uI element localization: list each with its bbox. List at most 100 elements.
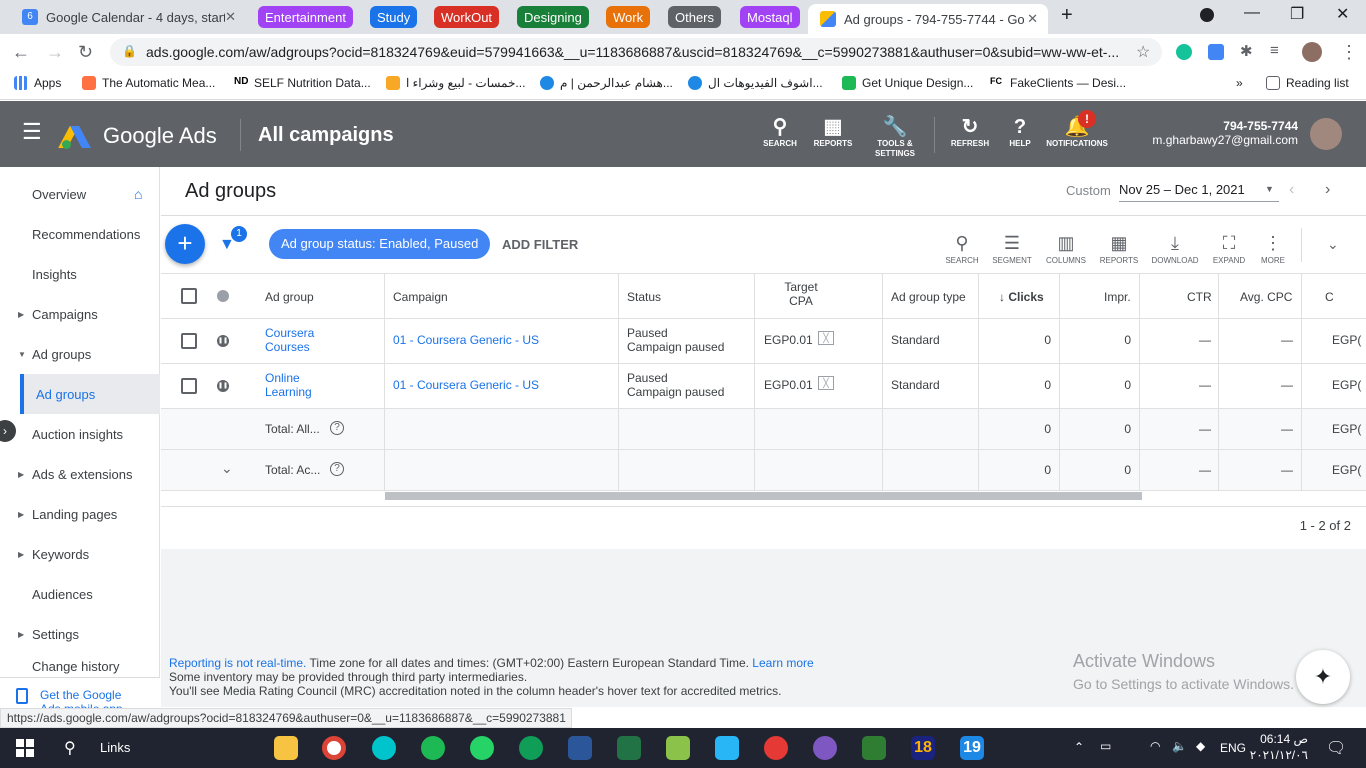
app-18-icon[interactable]: 18 bbox=[911, 736, 935, 760]
section-title[interactable]: All campaigns bbox=[258, 124, 394, 147]
next-date-icon[interactable]: › bbox=[1325, 181, 1330, 199]
app-icon[interactable] bbox=[715, 736, 739, 760]
extensions-icon[interactable]: ✱ bbox=[1240, 42, 1253, 60]
bookmark-automatic[interactable]: The Automatic Mea... bbox=[82, 76, 215, 90]
game-icon[interactable] bbox=[862, 736, 886, 760]
word-icon[interactable] bbox=[568, 736, 592, 760]
tray-chevron-icon[interactable]: ⌃ bbox=[1074, 740, 1084, 754]
forward-icon[interactable]: → bbox=[46, 42, 64, 63]
edge-icon[interactable] bbox=[519, 736, 543, 760]
taskbar-search-label[interactable]: Links bbox=[100, 740, 130, 755]
excel-icon[interactable] bbox=[617, 736, 641, 760]
avatar[interactable] bbox=[1310, 118, 1342, 150]
more-button[interactable]: ⋮ MORE bbox=[1253, 230, 1293, 265]
table-search-button[interactable]: ⚲ SEARCH bbox=[942, 230, 982, 265]
tor-icon[interactable] bbox=[813, 736, 837, 760]
sidebar-item-insights[interactable]: Insights bbox=[0, 254, 160, 294]
row-checkbox[interactable] bbox=[181, 333, 197, 349]
new-tab-icon[interactable]: + bbox=[1061, 4, 1073, 27]
reload-icon[interactable]: ↻ bbox=[78, 42, 93, 63]
bookmark-hesham[interactable]: هشام عبدالرحمن | م... bbox=[540, 76, 673, 90]
more-bookmarks-icon[interactable]: » bbox=[1236, 76, 1243, 90]
sidebar-item-settings[interactable]: ▶ Settings bbox=[0, 614, 160, 654]
bookmark-self-nutrition[interactable]: ND SELF Nutrition Data... bbox=[234, 76, 371, 90]
menu-dots-icon[interactable]: ⋮ bbox=[1340, 42, 1358, 63]
add-filter-button[interactable]: ADD FILTER bbox=[502, 237, 578, 252]
header-help[interactable]: ? HELP bbox=[1000, 115, 1040, 148]
bookmark-star-icon[interactable]: ☆ bbox=[1136, 42, 1150, 62]
column-header-ctr[interactable]: CTR bbox=[1187, 290, 1212, 304]
sidebar-item-audiences[interactable]: Audiences bbox=[0, 574, 160, 614]
sidebar-item-keywords[interactable]: ▶ Keywords bbox=[0, 534, 160, 574]
paused-icon[interactable]: ❚❚ bbox=[217, 335, 229, 347]
tab-group-study[interactable]: Study bbox=[370, 6, 418, 28]
reading-list[interactable]: Reading list bbox=[1266, 76, 1349, 90]
prev-date-icon[interactable]: ‹ bbox=[1289, 181, 1294, 199]
header-refresh[interactable]: ↻ REFRESH bbox=[948, 115, 992, 148]
hamburger-menu-icon[interactable]: ☰ bbox=[22, 121, 42, 143]
app-promo[interactable]: Get the Google Ads mobile app bbox=[0, 677, 160, 708]
tab-group-entertainment[interactable]: Entertainment bbox=[258, 6, 353, 28]
taskbar-search-icon[interactable]: ⚲ bbox=[64, 738, 76, 758]
translate-icon[interactable] bbox=[1208, 44, 1224, 60]
header-notifications[interactable]: 🔔 NOTIFICATIONS bbox=[1044, 115, 1110, 148]
help-icon[interactable]: ? bbox=[330, 421, 344, 435]
tab-group-mostaql[interactable]: Mostaql bbox=[740, 6, 800, 28]
help-icon[interactable]: ? bbox=[330, 462, 344, 476]
tab-google-calendar[interactable]: 6 Google Calendar - 4 days, startin ✕ bbox=[8, 4, 246, 30]
campaign-link[interactable]: 01 - Coursera Generic - US bbox=[393, 333, 539, 347]
profile-avatar[interactable] bbox=[1302, 42, 1322, 62]
tab-group-workout[interactable]: WorkOut bbox=[434, 6, 500, 28]
media-icon[interactable]: ≡ bbox=[1270, 42, 1279, 59]
windows-start-icon[interactable] bbox=[16, 739, 34, 757]
column-header-status[interactable]: Status bbox=[627, 290, 661, 304]
column-header-ad-group[interactable]: Ad group bbox=[265, 290, 314, 304]
column-header-cost[interactable]: C bbox=[1325, 290, 1334, 304]
close-icon[interactable]: ✕ bbox=[225, 9, 236, 25]
sidebar-item-ads-extensions[interactable]: ▶ Ads & extensions bbox=[0, 454, 160, 494]
create-fab-button[interactable]: + bbox=[165, 224, 205, 264]
spotify-icon[interactable] bbox=[421, 736, 445, 760]
tab-group-others[interactable]: Others bbox=[668, 6, 722, 28]
sidebar-item-ad-groups-parent[interactable]: ▼ Ad groups bbox=[0, 334, 160, 374]
collapse-chevron-icon[interactable]: ⌄ bbox=[1327, 236, 1339, 253]
column-header-clicks[interactable]: ↓ Clicks bbox=[999, 290, 1044, 304]
horizontal-scrollbar[interactable] bbox=[385, 492, 1142, 500]
sidebar-item-overview[interactable]: Overview ⌂ bbox=[0, 174, 160, 214]
learn-more-link[interactable]: Learn more bbox=[752, 656, 813, 670]
sidebar-item-campaigns[interactable]: ▶ Campaigns bbox=[0, 294, 160, 334]
wifi-icon[interactable]: ◠ bbox=[1150, 739, 1160, 753]
grammarly-icon[interactable] bbox=[1176, 44, 1192, 60]
maximize-icon[interactable]: ❐ bbox=[1290, 4, 1304, 24]
columns-button[interactable]: ▥ COLUMNS bbox=[1046, 230, 1086, 265]
notification-center-icon[interactable]: 🗨 bbox=[1326, 738, 1346, 758]
tab-group-designing[interactable]: Designing bbox=[517, 6, 589, 28]
dropbox-icon[interactable]: ◆ bbox=[1196, 739, 1205, 753]
tab-search-icon[interactable] bbox=[1200, 8, 1214, 22]
app-icon[interactable] bbox=[764, 736, 788, 760]
app-icon[interactable] bbox=[666, 736, 690, 760]
select-all-checkbox[interactable] bbox=[181, 288, 197, 304]
header-tools-settings[interactable]: 🔧 TOOLS & SETTINGS bbox=[866, 115, 924, 159]
ad-group-link[interactable]: Online Learning bbox=[265, 371, 325, 399]
ad-group-link[interactable]: Coursera Courses bbox=[265, 326, 325, 354]
date-range-select[interactable]: Nov 25 – Dec 1, 2021 ▼ bbox=[1119, 182, 1279, 202]
canva-icon[interactable] bbox=[372, 736, 396, 760]
column-header-campaign[interactable]: Campaign bbox=[393, 290, 448, 304]
address-bar[interactable]: 🔒 ads.google.com/aw/adgroups?ocid=818324… bbox=[110, 38, 1162, 66]
table-reports-button[interactable]: ▦ REPORTS bbox=[1099, 230, 1139, 265]
bookmark-videos[interactable]: اشوف الفيديوهات ال... bbox=[688, 76, 823, 90]
column-header-impr[interactable]: Impr. bbox=[1104, 290, 1131, 304]
campaign-link[interactable]: 01 - Coursera Generic - US bbox=[393, 378, 539, 392]
minimize-icon[interactable]: — bbox=[1244, 4, 1260, 22]
sidebar-item-auction-insights[interactable]: Auction insights bbox=[0, 414, 160, 454]
whatsapp-icon[interactable] bbox=[470, 736, 494, 760]
header-search[interactable]: ⚲ SEARCH bbox=[760, 115, 800, 148]
volume-icon[interactable]: 🔈 bbox=[1172, 739, 1187, 753]
bookmark-fakeclients[interactable]: FC FakeClients — Desi... bbox=[990, 76, 1126, 90]
battery-icon[interactable]: ▭ bbox=[1100, 739, 1111, 753]
back-icon[interactable]: ← bbox=[12, 42, 30, 63]
sidebar-item-change-history[interactable]: Change history bbox=[0, 654, 160, 678]
app-19-icon[interactable]: 19 bbox=[960, 736, 984, 760]
close-icon[interactable]: ✕ bbox=[1027, 11, 1038, 27]
